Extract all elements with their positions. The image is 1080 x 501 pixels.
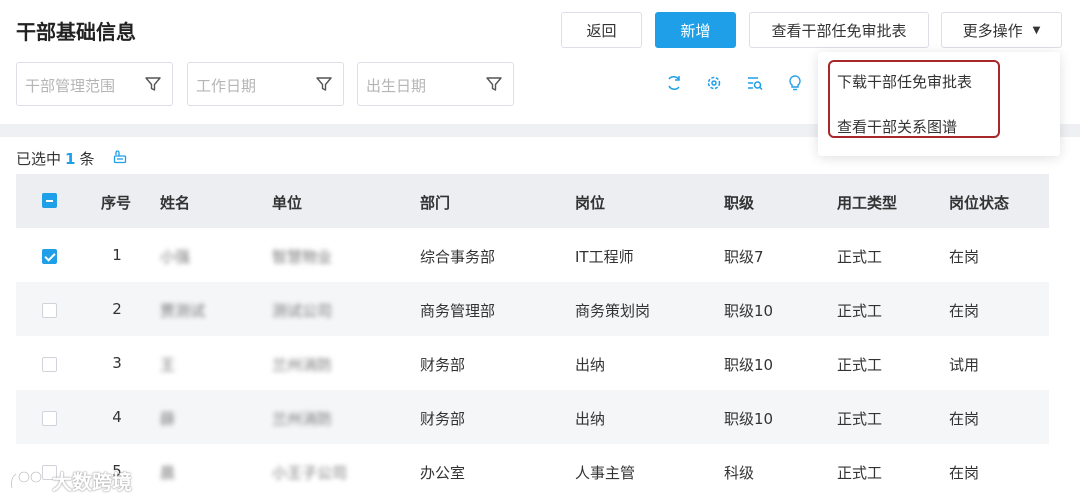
work-date-filter-placeholder: 工作日期 (196, 77, 257, 95)
birth-date-filter[interactable]: 出生日期 (357, 62, 514, 106)
cell-employment: 正式工 (837, 248, 883, 266)
scope-filter-placeholder: 干部管理范围 (25, 77, 116, 95)
row-checkbox[interactable] (42, 249, 57, 264)
watermark-text: 大数跨境 (52, 469, 132, 494)
cell-post: 商务策划岗 (575, 302, 651, 320)
column-header-index: 序号 (101, 194, 132, 212)
cell-index: 4 (112, 408, 122, 426)
selection-count: 1 (65, 150, 76, 168)
cell-unit: 测试公司 (272, 302, 333, 320)
view-approval-form-button[interactable]: 查看干部任免审批表 (749, 12, 929, 48)
settings-icon[interactable] (705, 74, 723, 92)
cell-dept: 综合事务部 (420, 248, 496, 266)
cell-dept: 财务部 (420, 410, 466, 428)
table-row[interactable]: 3 王 兰州消防 财务部 出纳 职级10 正式工 试用 (16, 336, 1049, 390)
table-header: 序号 姓名 单位 部门 岗位 职级 用工类型 岗位状态 (16, 174, 1049, 228)
table-row[interactable]: 4 薛 兰州消防 财务部 出纳 职级10 正式工 在岗 (16, 390, 1049, 444)
cell-name: 王 (160, 356, 176, 374)
search-list-icon[interactable] (746, 74, 764, 92)
cell-status: 在岗 (949, 302, 980, 320)
cell-index: 2 (112, 300, 122, 318)
cell-post: 出纳 (575, 410, 606, 428)
column-header-dept: 部门 (420, 194, 451, 212)
refresh-icon[interactable] (665, 74, 683, 92)
cell-dept: 财务部 (420, 356, 466, 374)
cell-post: 人事主管 (575, 464, 636, 482)
page-title: 干部基础信息 (16, 20, 136, 44)
column-header-status: 岗位状态 (949, 194, 1010, 212)
cell-employment: 正式工 (837, 302, 883, 320)
cell-status: 在岗 (949, 248, 980, 266)
row-checkbox[interactable] (42, 303, 57, 318)
column-header-unit: 单位 (272, 194, 303, 212)
scope-filter[interactable]: 干部管理范围 (16, 62, 173, 106)
cell-name: 薛 (160, 410, 176, 428)
cell-name: 贾测试 (160, 302, 206, 320)
cell-level: 职级10 (724, 410, 774, 428)
cadre-table: 序号 姓名 单位 部门 岗位 职级 用工类型 岗位状态 1 小强 智慧物业 综合… (16, 174, 1049, 498)
selection-prefix: 已选中 (16, 150, 62, 168)
caret-down-icon: ▼ (1032, 24, 1041, 36)
cell-status: 试用 (949, 356, 980, 374)
row-checkbox[interactable] (42, 411, 57, 426)
cell-dept: 商务管理部 (420, 302, 496, 320)
column-header-employment: 用工类型 (837, 194, 898, 212)
watermark: 大数跨境 (8, 466, 132, 494)
funnel-icon[interactable] (315, 75, 333, 93)
add-button[interactable]: 新增 (655, 12, 736, 48)
row-checkbox[interactable] (42, 357, 57, 372)
cell-level: 科级 (724, 464, 755, 482)
cell-index: 3 (112, 354, 122, 372)
cell-name: 晨 (160, 464, 176, 482)
column-header-name: 姓名 (160, 194, 191, 212)
cell-post: IT工程师 (575, 248, 634, 266)
cell-unit: 兰州消防 (272, 356, 333, 374)
select-all-checkbox[interactable] (42, 193, 57, 208)
cell-employment: 正式工 (837, 410, 883, 428)
cell-index: 1 (112, 246, 122, 264)
cell-level: 职级10 (724, 302, 774, 320)
birth-date-filter-placeholder: 出生日期 (366, 77, 427, 95)
work-date-filter[interactable]: 工作日期 (187, 62, 344, 106)
cell-name: 小强 (160, 248, 191, 266)
column-header-level: 职级 (724, 194, 755, 212)
selection-suffix: 条 (79, 150, 95, 168)
more-actions-button[interactable]: 更多操作 ▼ (941, 12, 1062, 48)
cell-unit: 智慧物业 (272, 248, 333, 266)
cell-unit: 小王子公司 (272, 464, 348, 482)
highlight-outline (828, 60, 1000, 138)
table-row[interactable]: 5 晨 小王子公司 办公室 人事主管 科级 正式工 在岗 (16, 444, 1049, 498)
cell-unit: 兰州消防 (272, 410, 333, 428)
table-row[interactable]: 2 贾测试 测试公司 商务管理部 商务策划岗 职级10 正式工 在岗 (16, 282, 1049, 336)
clear-selection-icon[interactable] (112, 149, 128, 165)
cell-dept: 办公室 (420, 464, 466, 482)
bulb-icon[interactable] (786, 74, 804, 92)
selection-summary: 已选中 1 条 (16, 148, 94, 169)
back-button[interactable]: 返回 (561, 12, 642, 48)
cell-employment: 正式工 (837, 464, 883, 482)
watermark-logo-icon (10, 470, 43, 489)
cell-status: 在岗 (949, 410, 980, 428)
cell-level: 职级7 (724, 248, 764, 266)
cell-level: 职级10 (724, 356, 774, 374)
more-actions-label: 更多操作 (962, 21, 1023, 40)
cell-post: 出纳 (575, 356, 606, 374)
cell-status: 在岗 (949, 464, 980, 482)
funnel-icon[interactable] (144, 75, 162, 93)
table-row[interactable]: 1 小强 智慧物业 综合事务部 IT工程师 职级7 正式工 在岗 (16, 228, 1049, 282)
cell-employment: 正式工 (837, 356, 883, 374)
funnel-icon[interactable] (485, 75, 503, 93)
column-header-post: 岗位 (575, 194, 606, 212)
